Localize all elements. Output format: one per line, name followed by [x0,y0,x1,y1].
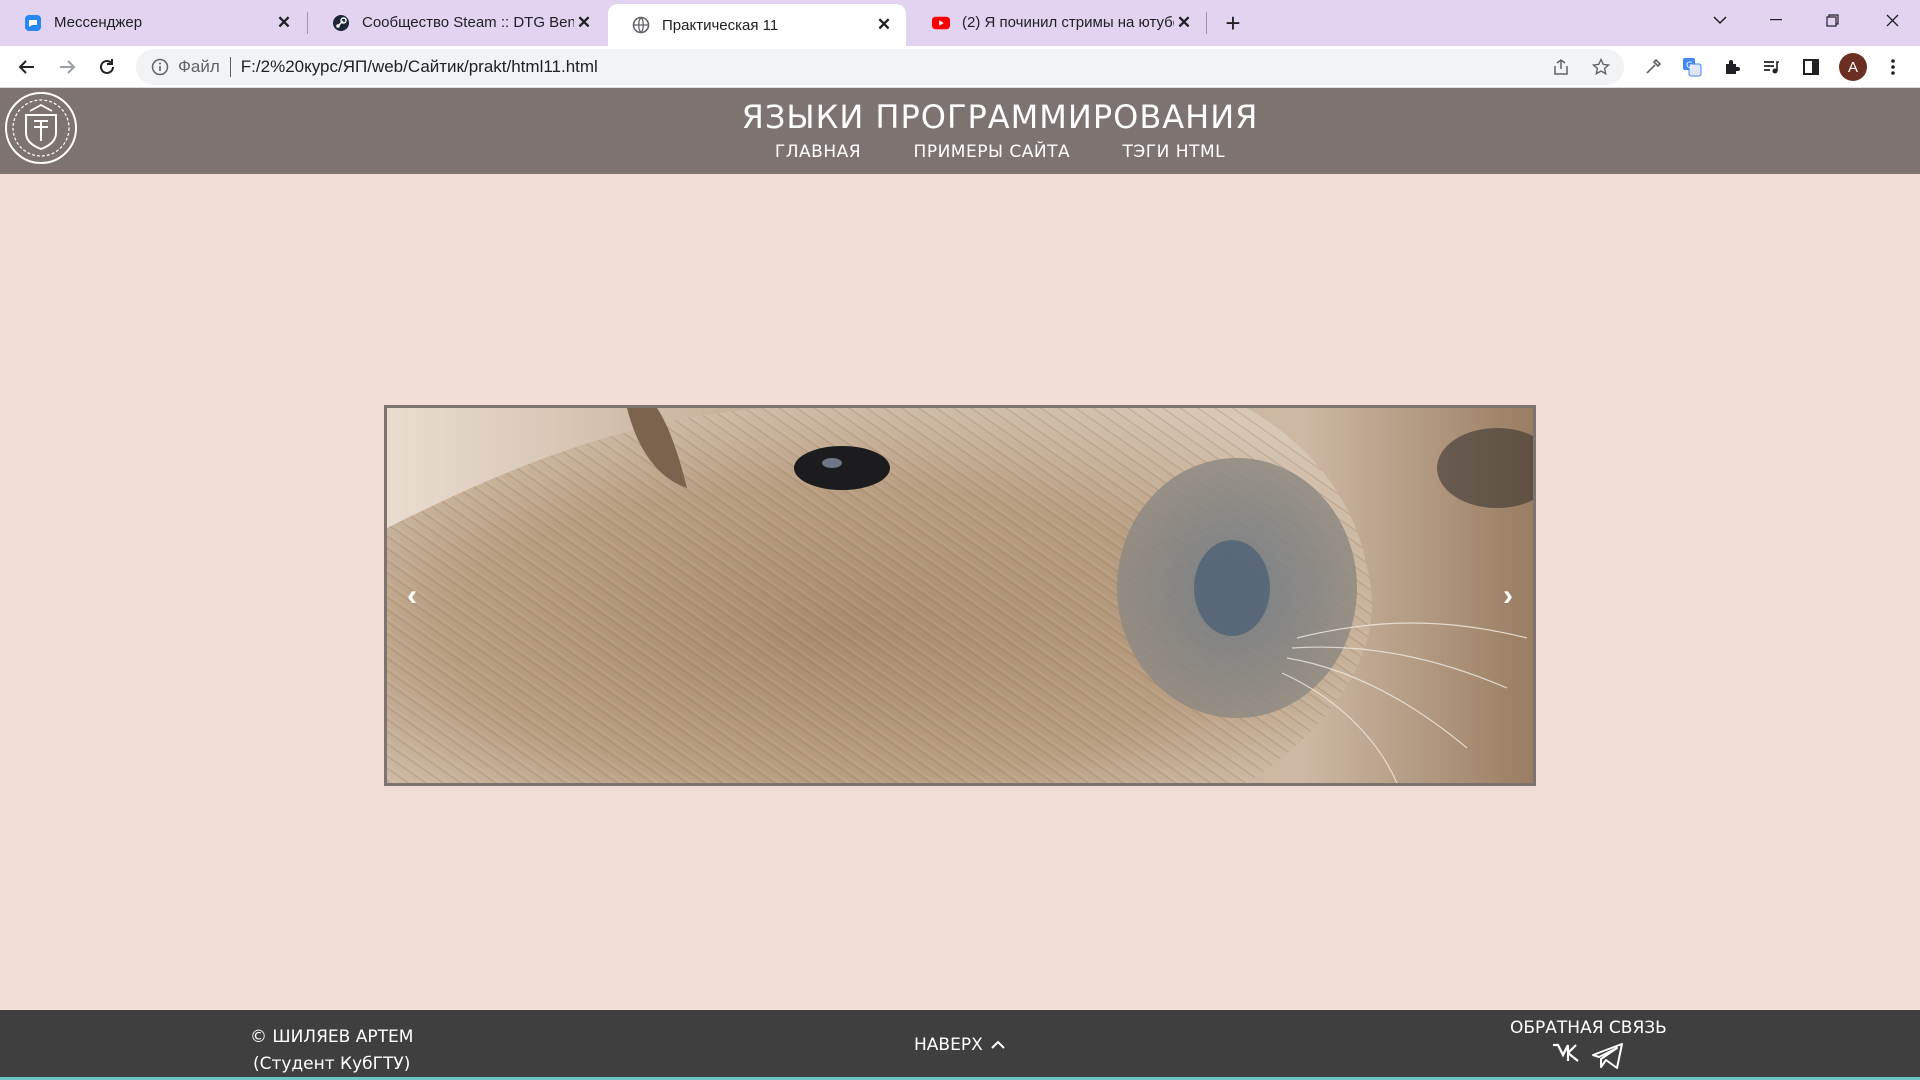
tab-title: (2) Я починил стримы на ютубе [962,14,1174,31]
eyedropper-icon[interactable] [1636,50,1670,84]
translate-icon[interactable]: G [1675,50,1709,84]
site-title: ЯЗЫКИ ПРОГРАММИРОВАНИЯ [741,98,1259,136]
forward-icon[interactable] [50,50,84,84]
capybara-photo [387,408,1533,783]
feedback-label: ОБРАТНАЯ СВЯЗЬ [1510,1018,1667,1038]
messenger-icon [24,14,42,32]
copyright-subtitle: (Студент КубГТУ) [252,1054,411,1074]
close-window-button[interactable] [1864,0,1920,40]
close-tab-icon[interactable]: ✕ [574,13,594,33]
tab-steam[interactable]: Сообщество Steam :: DTG Benjar ✕ [308,2,606,43]
feedback: ОБРАТНАЯ СВЯЗЬ [1510,1018,1667,1075]
info-icon[interactable] [142,58,178,76]
url-scheme: Файл [178,57,220,76]
nav-home[interactable]: ГЛАВНАЯ [775,142,861,162]
slider-prev-button[interactable]: ‹ [397,576,427,616]
tab-title: Практическая 11 [662,16,779,34]
nav-site-examples[interactable]: ПРИМЕРЫ САЙТА [914,142,1071,162]
telegram-icon[interactable] [1591,1042,1625,1075]
url-text[interactable]: F:/2%20курс/ЯП/web/Сайтик/prakt/html11.h… [241,57,598,77]
browser-toolbar: Файл F:/2%20курс/ЯП/web/Сайтик/prakt/htm… [0,46,1920,88]
steam-icon [332,14,350,32]
nav-html-tags[interactable]: ТЭГИ HTML [1123,142,1226,162]
restore-button[interactable] [1804,0,1860,40]
youtube-icon [932,14,950,32]
side-panel-icon[interactable] [1794,50,1828,84]
new-tab-button[interactable]: + [1218,8,1248,38]
chevron-up-icon [991,1035,1005,1055]
menu-kebab-icon[interactable] [1876,50,1910,84]
minimize-button[interactable] [1748,0,1804,40]
tab-title: Мессенджер [54,14,143,31]
image-slider: ‹ › [384,405,1536,786]
extensions-icon[interactable] [1715,50,1749,84]
tab-practical-11[interactable]: Практическая 11 ✕ [608,4,906,46]
globe-icon [632,16,650,34]
social-links [1510,1042,1667,1075]
site-footer: © ШИЛЯЕВ АРТЕМ (Студент КубГТУ) НАВЕРХ О… [0,1010,1920,1080]
svg-text:G: G [1686,61,1693,71]
slider-next-button[interactable]: › [1493,576,1523,616]
copyright: © ШИЛЯЕВ АРТЕМ (Студент КубГТУ) [250,1024,413,1078]
site-header: ЯЗЫКИ ПРОГРАММИРОВАНИЯ ГЛАВНАЯ ПРИМЕРЫ С… [0,88,1920,174]
close-tab-icon[interactable]: ✕ [874,15,894,35]
copyright-name: © ШИЛЯЕВ АРТЕМ [250,1027,414,1047]
tab-strip: Мессенджер ✕ Сообщество Steam :: DTG Ben… [0,0,1920,46]
tab-search-icon[interactable] [1692,0,1748,40]
bookmark-star-icon[interactable] [1584,49,1618,85]
reload-icon[interactable] [90,50,124,84]
tab-messenger[interactable]: Мессенджер ✕ [0,2,306,43]
close-tab-icon[interactable]: ✕ [274,13,294,33]
profile-avatar[interactable]: A [1839,53,1867,81]
divider [229,57,231,77]
close-tab-icon[interactable]: ✕ [1174,13,1194,33]
back-to-top-label: НАВЕРХ [914,1035,983,1055]
media-control-icon[interactable] [1754,50,1788,84]
tab-youtube[interactable]: (2) Я починил стримы на ютубе ✕ [908,2,1206,43]
back-icon[interactable] [10,50,44,84]
address-bar[interactable]: Файл F:/2%20курс/ЯП/web/Сайтик/prakt/htm… [136,49,1624,85]
vk-icon[interactable] [1551,1042,1585,1075]
main-nav: ГЛАВНАЯ ПРИМЕРЫ САЙТА ТЭГИ HTML [0,142,1920,162]
tab-separator [1206,12,1207,34]
tab-title: Сообщество Steam :: DTG Benjar [362,14,574,31]
back-to-top-link[interactable]: НАВЕРХ [914,1035,1005,1055]
share-icon[interactable] [1544,49,1578,85]
